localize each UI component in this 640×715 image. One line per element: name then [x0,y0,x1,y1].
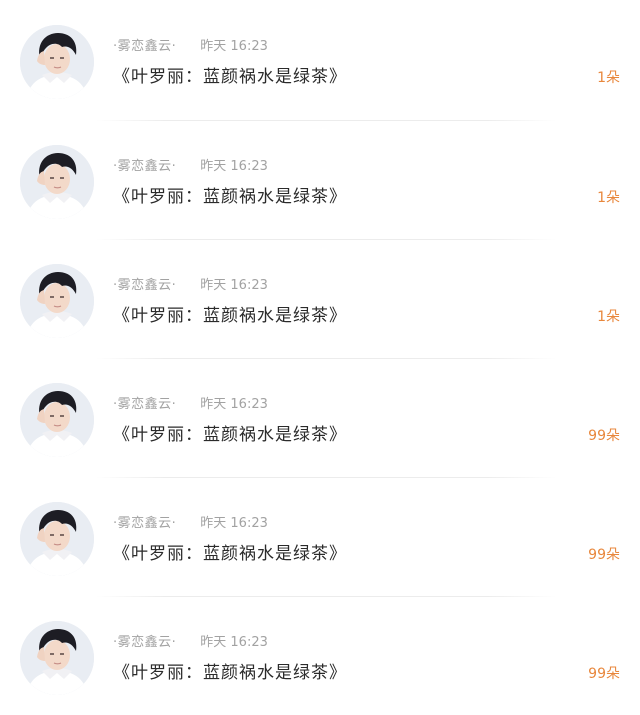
message-text: 《叶罗丽：蓝颜祸水是绿茶》 [113,187,347,207]
avatar-portrait-image [20,502,94,576]
feed-item[interactable]: ·雾恋鑫云· 昨天 16:23 《叶罗丽：蓝颜祸水是绿茶》 1朵 [0,120,640,239]
avatar-portrait-image [20,621,94,695]
username[interactable]: ·雾恋鑫云· [113,516,176,531]
message-text: 《叶罗丽：蓝颜祸水是绿茶》 [113,544,347,564]
feed-item[interactable]: ·雾恋鑫云· 昨天 16:23 《叶罗丽：蓝颜祸水是绿茶》 99朵 [0,358,640,477]
avatar[interactable] [20,621,94,695]
item-meta: ·雾恋鑫云· 昨天 16:23 [113,158,268,176]
timestamp: 昨天 16:23 [200,159,268,174]
avatar-portrait-image [20,145,94,219]
username[interactable]: ·雾恋鑫云· [113,397,176,412]
divider [96,239,556,240]
divider [96,477,556,478]
divider [96,596,556,597]
avatar[interactable] [20,145,94,219]
flower-count: 1朵 [597,190,620,206]
gift-feed-list: ·雾恋鑫云· 昨天 16:23 《叶罗丽：蓝颜祸水是绿茶》 1朵 ·雾恋鑫云· 昨天… [0,0,640,712]
item-meta: ·雾恋鑫云· 昨天 16:23 [113,396,268,414]
avatar-portrait-image [20,264,94,338]
username[interactable]: ·雾恋鑫云· [113,278,176,293]
message-text: 《叶罗丽：蓝颜祸水是绿茶》 [113,67,347,87]
item-meta: ·雾恋鑫云· 昨天 16:23 [113,634,268,652]
timestamp: 昨天 16:23 [200,397,268,412]
feed-item[interactable]: ·雾恋鑫云· 昨天 16:23 《叶罗丽：蓝颜祸水是绿茶》 99朵 [0,596,640,715]
message-text: 《叶罗丽：蓝颜祸水是绿茶》 [113,425,347,445]
avatar[interactable] [20,25,94,99]
avatar[interactable] [20,383,94,457]
flower-count: 99朵 [588,666,620,682]
item-meta: ·雾恋鑫云· 昨天 16:23 [113,277,268,295]
avatar-portrait-image [20,383,94,457]
avatar[interactable] [20,502,94,576]
divider [96,358,556,359]
username[interactable]: ·雾恋鑫云· [113,159,176,174]
timestamp: 昨天 16:23 [200,516,268,531]
item-meta: ·雾恋鑫云· 昨天 16:23 [113,38,268,56]
divider [96,120,556,121]
flower-count: 1朵 [597,70,620,86]
username[interactable]: ·雾恋鑫云· [113,635,176,650]
timestamp: 昨天 16:23 [200,635,268,650]
feed-item[interactable]: ·雾恋鑫云· 昨天 16:23 《叶罗丽：蓝颜祸水是绿茶》 1朵 [0,239,640,358]
timestamp: 昨天 16:23 [200,278,268,293]
avatar-portrait-image [20,25,94,99]
item-meta: ·雾恋鑫云· 昨天 16:23 [113,515,268,533]
feed-item[interactable]: ·雾恋鑫云· 昨天 16:23 《叶罗丽：蓝颜祸水是绿茶》 1朵 [0,0,640,119]
avatar[interactable] [20,264,94,338]
username[interactable]: ·雾恋鑫云· [113,39,176,54]
message-text: 《叶罗丽：蓝颜祸水是绿茶》 [113,663,347,683]
flower-count: 99朵 [588,428,620,444]
flower-count: 1朵 [597,309,620,325]
feed-item[interactable]: ·雾恋鑫云· 昨天 16:23 《叶罗丽：蓝颜祸水是绿茶》 99朵 [0,477,640,596]
message-text: 《叶罗丽：蓝颜祸水是绿茶》 [113,306,347,326]
timestamp: 昨天 16:23 [200,39,268,54]
flower-count: 99朵 [588,547,620,563]
